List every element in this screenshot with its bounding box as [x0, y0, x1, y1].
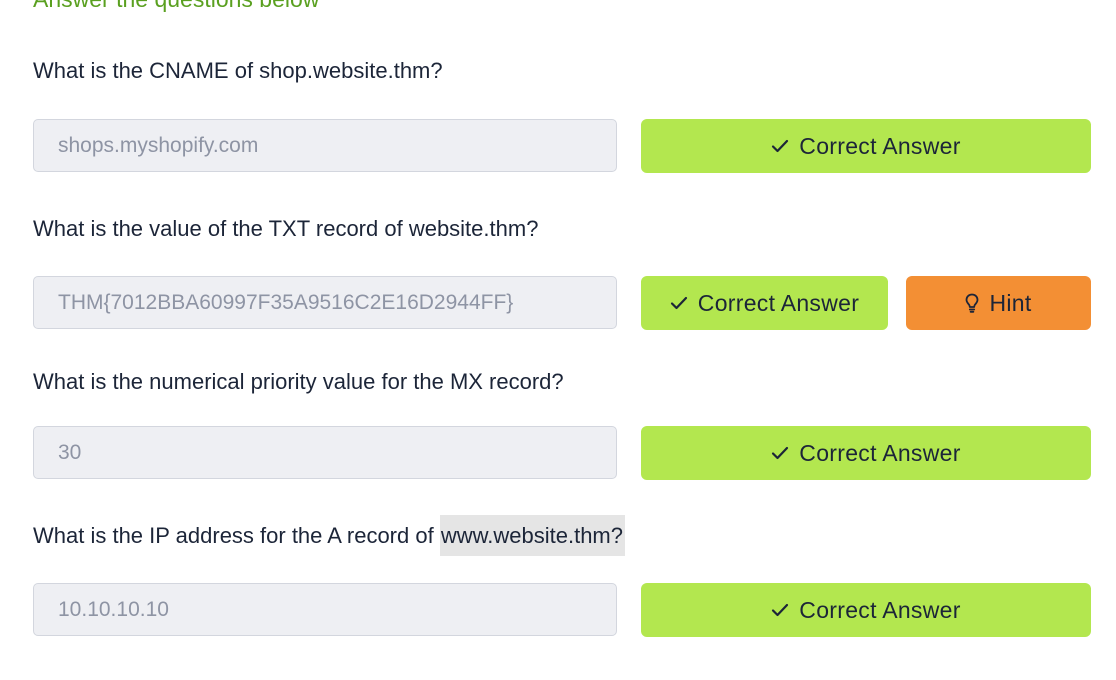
question-2-text: What is the value of the TXT record of w…: [33, 216, 539, 241]
question-4-text-prefix: What is the IP address for the A record …: [33, 523, 440, 548]
question-2-correct-answer-button[interactable]: Correct Answer: [641, 276, 888, 330]
check-icon: [771, 603, 789, 617]
correct-answer-label: Correct Answer: [799, 132, 961, 159]
question-4-text: What is the IP address for the A record …: [33, 515, 625, 556]
question-2-hint-button[interactable]: Hint: [906, 276, 1091, 330]
check-icon: [670, 296, 688, 310]
question-4-text-highlight: www.website.thm?: [439, 515, 625, 556]
correct-answer-label: Correct Answer: [799, 596, 961, 623]
question-1-correct-answer-button[interactable]: Correct Answer: [641, 119, 1091, 173]
question-2-answer-input[interactable]: [33, 276, 617, 329]
correct-answer-label: Correct Answer: [697, 289, 860, 316]
question-1-text: What is the CNAME of shop.website.thm?: [33, 58, 443, 83]
hint-label: Hint: [989, 289, 1032, 316]
question-3-text: What is the numerical priority value for…: [33, 369, 564, 394]
correct-answer-label: Correct Answer: [799, 439, 961, 466]
question-4-correct-answer-button[interactable]: Correct Answer: [641, 583, 1091, 637]
check-icon: [771, 446, 789, 460]
lightbulb-icon: [965, 293, 979, 313]
question-3-correct-answer-button[interactable]: Correct Answer: [641, 426, 1091, 480]
question-4-answer-input[interactable]: [33, 583, 617, 636]
check-icon: [771, 139, 789, 153]
question-3-answer-input[interactable]: [33, 426, 617, 479]
answer-section: Answer the questions below What is the C…: [0, 0, 1116, 680]
question-1-answer-input[interactable]: [33, 119, 617, 172]
section-heading: Answer the questions below: [33, 0, 319, 13]
